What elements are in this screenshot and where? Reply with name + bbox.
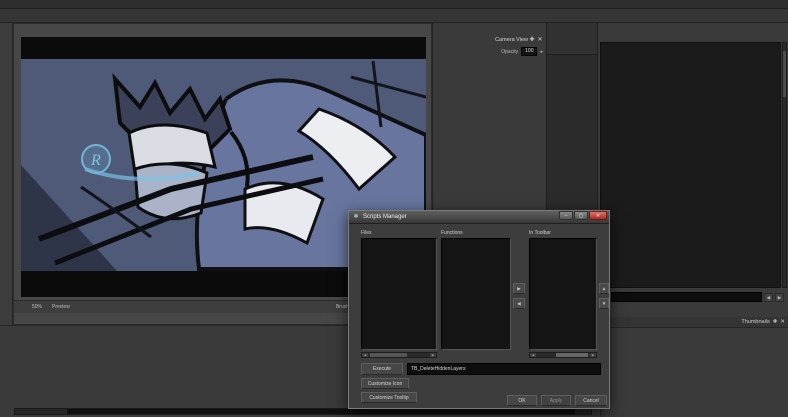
functions-column-label: Functions [441,230,463,236]
editor-scrollbar[interactable] [782,42,787,288]
functions-list[interactable] [441,238,511,350]
remove-from-toolbar-button[interactable]: ◀ [513,298,525,309]
execute-button[interactable]: Execute [361,363,403,375]
close-panel-icon[interactable]: ✕ [536,36,544,43]
in-toolbar-list[interactable] [529,238,597,350]
opacity-expand-icon[interactable]: ▸ [540,49,543,55]
add-panel-icon[interactable]: ✚ [773,319,778,325]
files-column-label: Files [361,230,372,236]
minimize-button[interactable]: – [559,211,573,220]
opacity-value[interactable]: 100 [521,47,537,56]
close-button[interactable]: ✕ [589,211,607,220]
search-input[interactable] [611,292,762,302]
menu-bar [0,0,788,9]
thumbnails-panel-title: Thumbnails [741,319,769,325]
scripts-manager-icon: ✱ [352,213,360,221]
execute-script-field[interactable]: TB_DeleteHiddenLayers [407,363,601,375]
script-editor-panel: ◀ ▶ [598,23,788,325]
view-mode[interactable]: Preview [52,304,70,310]
code-editor[interactable] [600,42,781,288]
apply-button[interactable]: Apply [541,395,571,406]
scripts-manager-dialog: ✱ Scripts Manager – ▢ ✕ Files Functions … [348,210,610,409]
panel-title: Camera View [495,37,528,43]
dialog-title-bar[interactable]: ✱ Scripts Manager – ▢ ✕ [349,211,609,224]
in-toolbar-column-label: In Toolbar [529,230,551,236]
add-to-toolbar-button[interactable]: ▶ [513,283,525,294]
ok-button[interactable]: OK [507,395,537,406]
search-next-icon[interactable]: ▶ [775,293,784,302]
files-hscrollbar[interactable]: ◀▶ [361,352,437,358]
storyboard-app: R 50% Preview Brush Camera View ✚ ✕ Opac… [0,0,788,417]
close-panel-icon[interactable]: ✕ [780,319,785,325]
maximize-button[interactable]: ▢ [574,211,588,220]
main-toolbar [0,9,788,23]
move-up-button[interactable]: ▲ [599,283,609,294]
dialog-title: Scripts Manager [363,214,407,220]
add-panel-icon[interactable]: ✚ [528,36,536,43]
search-prev-icon[interactable]: ◀ [764,293,773,302]
script-list-header [547,23,597,55]
thumbnails-scrollbar[interactable] [14,408,592,415]
customize-tooltip-button[interactable]: Customize Tooltip [361,392,417,403]
zoom-level: 50% [32,304,42,310]
in-toolbar-hscrollbar[interactable]: ◀▶ [529,352,597,358]
move-down-button[interactable]: ▼ [599,298,609,309]
thumbnails-panel: Thumbnails ✚ ✕ [600,317,788,417]
drawing-tools-toolbar [0,23,13,325]
files-list[interactable] [361,238,437,350]
cancel-button[interactable]: Cancel [575,395,607,406]
opacity-label: Opacity [501,49,518,55]
customize-icon-button[interactable]: Customize Icon [361,378,409,389]
